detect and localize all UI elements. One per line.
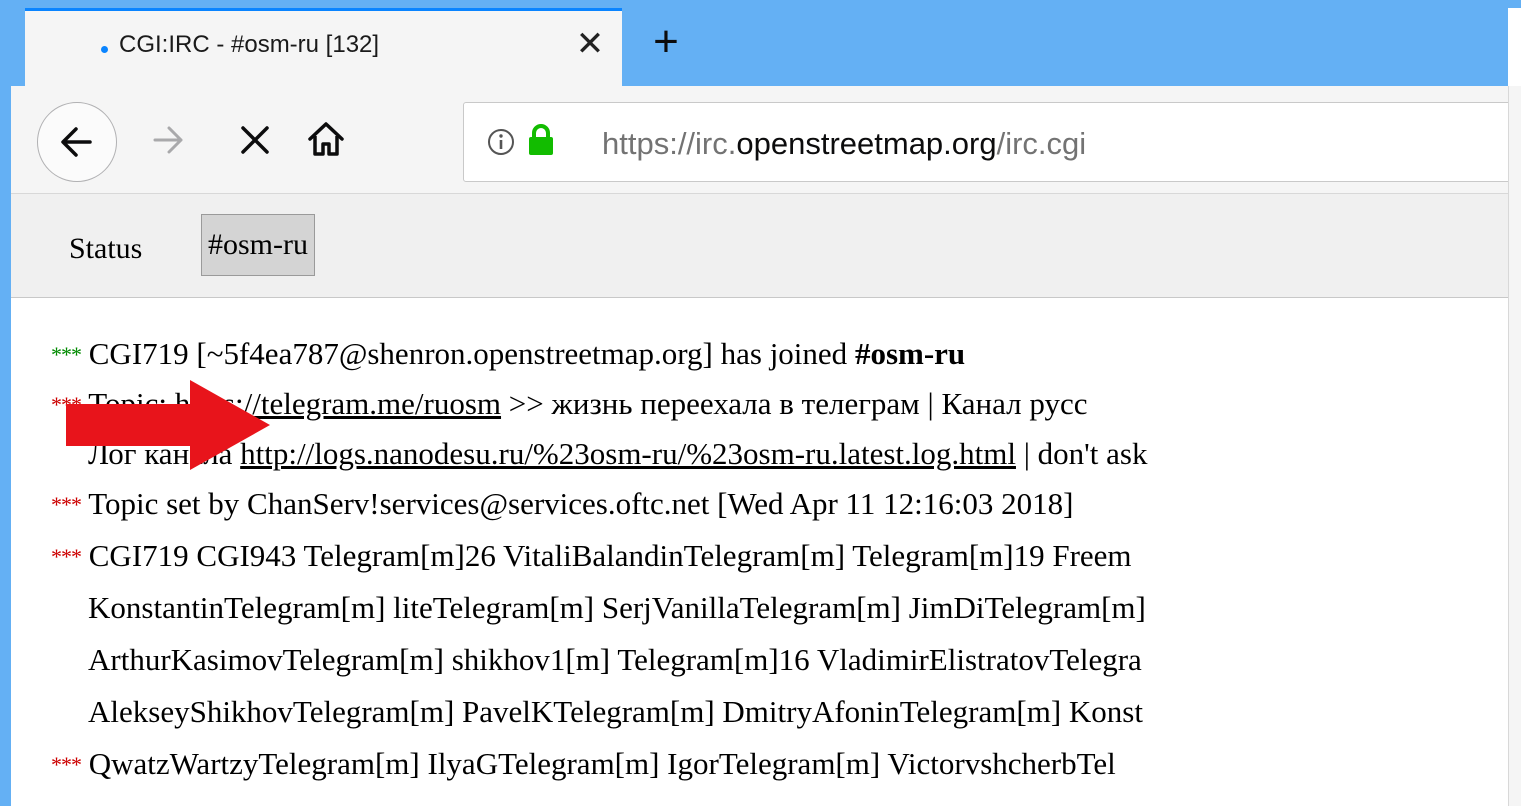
- chat-line-text: CGI719 [~5f4ea787@shenron.openstreetmap.…: [88, 336, 855, 371]
- back-arrow-icon: [61, 127, 92, 157]
- window-left-edge: [0, 0, 11, 806]
- lock-icon[interactable]: [526, 123, 556, 157]
- chat-line-text: >> жизнь переехала в телеграм | Канал ру…: [501, 386, 1088, 421]
- url-scheme: https://irc.: [602, 126, 737, 161]
- chat-line-text: Topic set by ChanServ!services@services.…: [88, 486, 1074, 521]
- home-icon: [308, 122, 344, 156]
- stop-button[interactable]: [233, 118, 277, 162]
- new-tab-icon[interactable]: +: [644, 20, 688, 64]
- stop-icon: [241, 126, 269, 154]
- chat-line-text: QwatzWartzyTelegram[m] IlyaGTelegram[m] …: [88, 746, 1116, 781]
- info-icon[interactable]: [486, 127, 516, 157]
- scrollbar-track[interactable]: [1508, 86, 1521, 806]
- browser-tab[interactable]: CGI:IRC - #osm-ru [132] ✕: [25, 8, 622, 86]
- url-text: https://irc.openstreetmap.org/irc.cgi: [602, 126, 1086, 162]
- back-button[interactable]: [37, 102, 117, 182]
- chat-line-text: | don't ask: [1015, 436, 1148, 471]
- info-stars: ***: [51, 544, 82, 569]
- chat-line-text: KonstantinTelegram[m] liteTelegram[m] Se…: [88, 590, 1146, 625]
- forward-arrow-icon: [153, 126, 183, 154]
- forward-button[interactable]: [147, 118, 191, 162]
- annotation-arrow-icon: [66, 380, 270, 470]
- chat-line: AlekseyShikhovTelegram[m] PavelKTelegram…: [88, 692, 1143, 732]
- chat-line: *** Topic set by ChanServ!services@servi…: [51, 484, 1073, 525]
- channel-name: #osm-ru: [854, 336, 966, 371]
- chat-line: ArthurKasimovTelegram[m] shikhov1[m] Tel…: [88, 640, 1142, 680]
- window-top-edge: [0, 0, 1521, 8]
- chat-line: *** CGI719 [~5f4ea787@shenron.openstreet…: [51, 334, 965, 375]
- tab-close-icon[interactable]: ✕: [573, 27, 607, 61]
- info-stars: ***: [51, 492, 82, 517]
- chat-line-text: ArthurKasimovTelegram[m] shikhov1[m] Tel…: [88, 642, 1142, 677]
- chat-line: KonstantinTelegram[m] liteTelegram[m] Se…: [88, 588, 1146, 628]
- tab-title: CGI:IRC - #osm-ru [132]: [119, 31, 380, 58]
- chat-line: *** CGI719 CGI943 Telegram[m]26 VitaliBa…: [51, 536, 1132, 577]
- browser-tab-strip: CGI:IRC - #osm-ru [132] ✕ +: [11, 8, 1508, 86]
- url-path: /irc.cgi: [996, 126, 1087, 161]
- navigation-toolbar: https://irc.openstreetmap.org/irc.cgi: [11, 86, 1521, 194]
- join-stars: ***: [51, 342, 82, 367]
- home-button[interactable]: [303, 116, 349, 162]
- log-link[interactable]: http://logs.nanodesu.ru/%23osm-ru/%23osm…: [240, 436, 1016, 471]
- tab-osm-ru[interactable]: #osm-ru: [201, 214, 315, 276]
- tab-status[interactable]: Status: [69, 232, 142, 266]
- chat-log: *** CGI719 [~5f4ea787@shenron.openstreet…: [11, 298, 1508, 806]
- chat-line-text: CGI719 CGI943 Telegram[m]26 VitaliBaland…: [88, 538, 1132, 573]
- info-stars: ***: [51, 752, 82, 777]
- url-host: openstreetmap.org: [736, 126, 997, 161]
- irc-window-tabs: Status #osm-ru: [11, 194, 1508, 298]
- address-bar[interactable]: https://irc.openstreetmap.org/irc.cgi: [463, 102, 1521, 182]
- tab-loading-dot-icon: [101, 46, 108, 53]
- chat-line-text: AlekseyShikhovTelegram[m] PavelKTelegram…: [88, 694, 1143, 729]
- chat-line: *** QwatzWartzyTelegram[m] IlyaGTelegram…: [51, 744, 1116, 785]
